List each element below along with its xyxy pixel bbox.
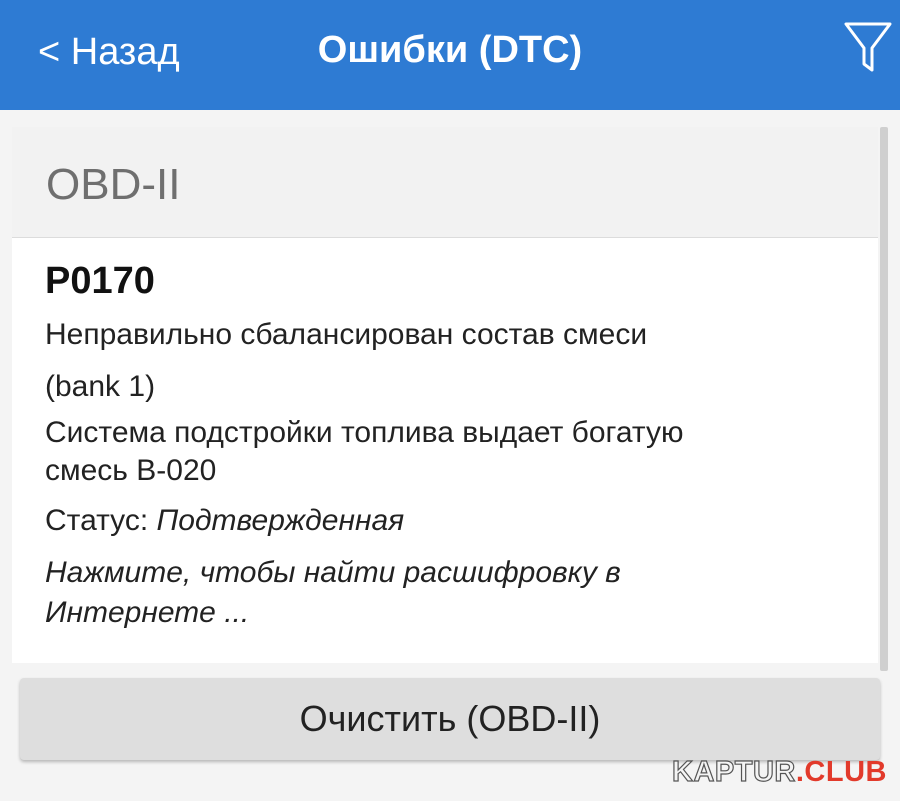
watermark-part-1: KAPTUR	[671, 755, 796, 788]
dtc-detail-line-2: смесь B-020	[45, 454, 217, 487]
clear-obd-button[interactable]: Очистить (OBD-II)	[20, 678, 880, 760]
section-header-title: OBD-II	[46, 160, 181, 209]
clear-obd-button-label: Очистить (OBD-II)	[299, 698, 601, 739]
app-bar: < Назад Ошибки (DTC)	[0, 0, 900, 110]
page-title: Ошибки (DTC)	[317, 29, 583, 71]
dtc-list-card: OBD-II P0170 Неправильно сбалансирован с…	[12, 127, 878, 663]
dtc-status-label: Статус:	[45, 504, 157, 537]
filter-button[interactable]	[840, 18, 896, 78]
watermark-part-2: CLUB	[804, 756, 887, 788]
dtc-description-line-2: (bank 1)	[45, 370, 156, 403]
dtc-detail-line-1: Система подстройки топлива выдает богату…	[45, 416, 684, 449]
dtc-status-value: Подтвержденная	[156, 504, 405, 537]
dtc-description-line-1: Неправильно сбалансирован состав смеси	[45, 318, 648, 351]
search-hint-line-2[interactable]: Интернете ...	[45, 594, 249, 632]
dtc-status: Статус: Подтвержденная	[45, 502, 404, 540]
search-hint-line-1[interactable]: Нажмите, чтобы найти расшифровку в	[45, 554, 621, 592]
dtc-code: P0170	[45, 260, 155, 302]
dtc-screen: < Назад Ошибки (DTC) OBD-II P0170 Неправ…	[0, 0, 900, 801]
watermark-logo: KAPTUR.CLUB	[671, 754, 887, 790]
dtc-list-item[interactable]: P0170 Неправильно сбалансирован состав с…	[12, 238, 878, 663]
section-header: OBD-II	[12, 127, 878, 238]
filter-funnel-icon	[844, 22, 892, 72]
scrollbar[interactable]	[880, 127, 888, 671]
